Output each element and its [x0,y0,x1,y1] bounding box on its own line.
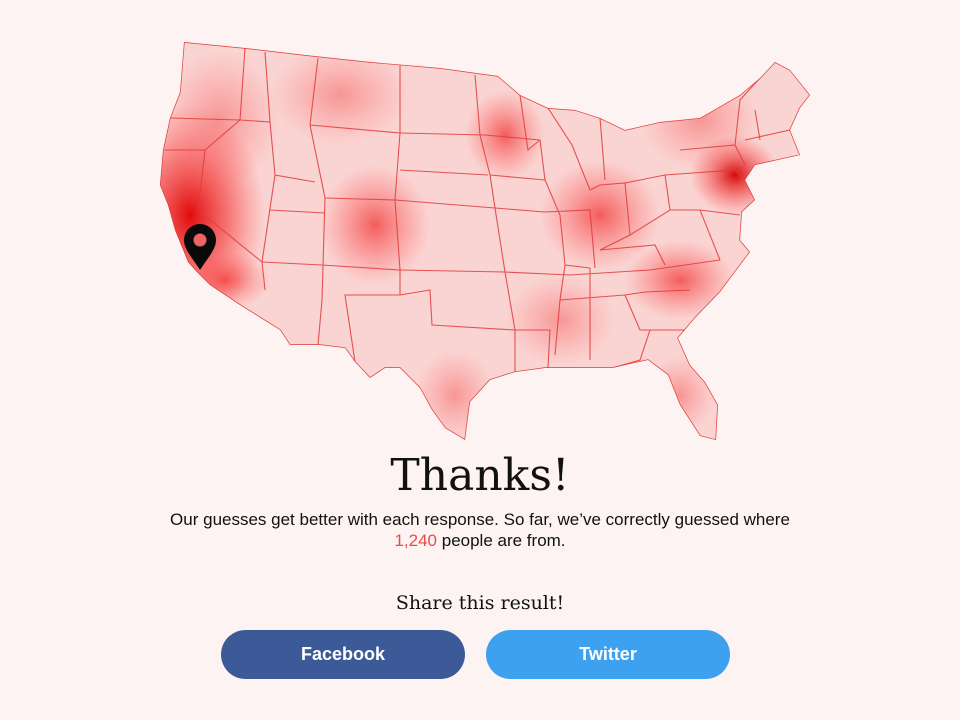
facebook-share-button[interactable]: Facebook [221,630,465,679]
result-heading: Thanks! [390,450,570,501]
message-prefix: Our guesses get better with each respons… [170,510,790,529]
result-message: Our guesses get better with each respons… [160,509,800,551]
twitter-share-button[interactable]: Twitter [486,630,730,679]
us-heat-map [140,25,830,455]
message-suffix: people are from. [437,531,566,550]
correct-count: 1,240 [394,531,438,550]
share-prompt: Share this result! [395,592,565,614]
